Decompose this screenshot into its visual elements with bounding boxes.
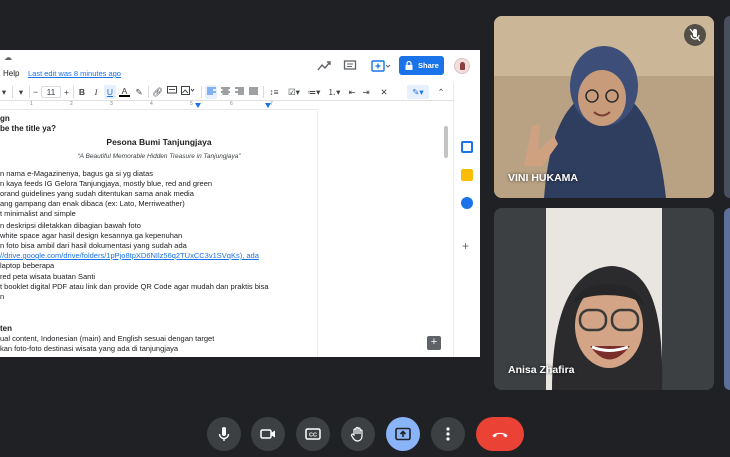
insert-image-icon[interactable]	[180, 85, 196, 99]
italic-button[interactable]: I	[91, 85, 101, 99]
underline-button[interactable]: U	[104, 85, 116, 99]
align-center-icon[interactable]	[219, 85, 231, 99]
font-size-field[interactable]: 11	[41, 86, 61, 98]
share-button[interactable]: Share	[399, 56, 444, 75]
format-toolbar: ▾ ▾ − 11 + B I U A ✎ 🔗︎ ↕≡ ☑▾ ≔▾ ⒈▾ ⇤ ⇥ …	[0, 83, 453, 101]
bold-button[interactable]: B	[77, 85, 87, 99]
camera-button[interactable]	[251, 417, 285, 451]
doc-text-line: n	[0, 292, 5, 301]
tasks-icon[interactable]	[461, 197, 473, 209]
insert-link-icon[interactable]: 🔗︎	[152, 85, 163, 99]
doc-text-line: t minimalist and simple	[0, 209, 76, 218]
mic-muted-icon	[684, 24, 706, 46]
account-avatar[interactable]	[454, 58, 470, 74]
participant-tile-anisa[interactable]: Anisa Zhafira	[494, 208, 714, 390]
decrease-indent-icon[interactable]: ⇤	[346, 85, 358, 99]
doc-text-line: kan foto-foto destinasi wisata yang ada …	[0, 344, 179, 353]
camera-icon	[260, 429, 275, 439]
more-options-button[interactable]	[431, 417, 465, 451]
present-screen-button[interactable]	[386, 417, 420, 451]
microphone-button[interactable]	[207, 417, 241, 451]
participant-tile-vini[interactable]: VINI HUKAMA	[494, 16, 714, 198]
doc-text-line: Pesona Bumi Tanjungjaya	[106, 137, 212, 147]
doc-text-line: red peta wisata buatan Santi	[0, 272, 96, 281]
line-spacing-icon[interactable]: ↕≡	[266, 85, 282, 99]
microphone-icon	[218, 427, 230, 441]
participant-name: Anisa Zhafira	[508, 364, 575, 376]
numbered-list-icon[interactable]: ⒈▾	[325, 85, 343, 99]
leave-call-button[interactable]	[476, 417, 524, 451]
ruler-indent-marker[interactable]	[195, 103, 201, 108]
participant-video-anisa	[494, 208, 714, 390]
collapse-menu-chevron-icon[interactable]: ⌃	[436, 85, 446, 99]
phone-hangup-icon	[492, 432, 508, 438]
insert-comment-icon[interactable]	[166, 85, 177, 99]
doc-text-line: laptop beberapa	[0, 261, 55, 270]
document-margin-area	[318, 111, 453, 357]
participant-video-vini	[494, 16, 714, 198]
present-screen-icon	[395, 427, 411, 441]
doc-text-line: n deskripsi diletakkan dibagian bawah fo…	[0, 221, 141, 230]
doc-text-line: ual content, Indonesian (main) and Engli…	[0, 334, 215, 343]
doc-text-line: ten	[0, 324, 12, 333]
document-page[interactable]: gn be the title ya? Pesona Bumi Tanjungjay…	[0, 111, 318, 357]
participant-name: VINI HUKAMA	[508, 172, 578, 184]
horizontal-ruler: 1 2 3 4 5 6 7	[0, 101, 318, 110]
highlight-pen-icon[interactable]: ✎	[134, 85, 144, 99]
last-edit-link[interactable]: Last edit was 8 minutes ago	[28, 69, 121, 78]
doc-text-line: n kaya feeds IG Gelora Tanjungjaya, most…	[0, 179, 213, 188]
increase-indent-icon[interactable]: ⇥	[360, 85, 372, 99]
paragraph-style-chevron-icon[interactable]: ▾	[0, 85, 8, 99]
doc-text-line: ang gampang dan enak dibaca (ex: Lato, M…	[0, 199, 185, 208]
lock-icon	[405, 61, 413, 70]
more-vert-icon	[446, 427, 450, 441]
align-left-icon[interactable]	[205, 85, 217, 99]
clear-formatting-icon[interactable]: ✕	[378, 85, 390, 99]
svg-text:CC: CC	[309, 433, 317, 439]
font-dropdown-icon[interactable]: ▾	[16, 85, 26, 99]
cloud-status-icon: ☁	[4, 53, 12, 62]
doc-text-line: gn	[0, 114, 10, 123]
doc-text-line: n foto bisa ambil dari hasil dokumentasi…	[0, 241, 187, 250]
menu-help[interactable]: Help	[3, 69, 19, 78]
side-panel: + ›	[453, 83, 480, 357]
bulleted-list-icon[interactable]: ≔▾	[305, 85, 323, 99]
doc-scrollbar[interactable]	[444, 126, 448, 158]
participant-tile-offscreen-top[interactable]	[724, 16, 730, 198]
increase-font-button[interactable]: +	[62, 85, 71, 99]
participant-tile-offscreen-bottom[interactable]	[724, 208, 730, 390]
raise-hand-button[interactable]	[341, 417, 375, 451]
add-comment-plus-icon[interactable]: +	[427, 336, 441, 350]
captions-button[interactable]: CC	[296, 417, 330, 451]
decrease-font-button[interactable]: −	[31, 85, 40, 99]
calendar-icon[interactable]	[461, 141, 473, 153]
editing-mode-pencil-icon[interactable]: ✎▾	[407, 85, 429, 99]
doc-text-line: white space agar hasil design kesannya g…	[0, 231, 183, 240]
checklist-icon[interactable]: ☑▾	[285, 85, 303, 99]
doc-text-line: //drive.google.com/drive/folders/1pPjo8t…	[0, 251, 259, 260]
align-right-icon[interactable]	[233, 85, 245, 99]
doc-text-line: be the title ya?	[0, 124, 57, 133]
doc-text-line: “A Beautiful Memorable Hidden Treasure i…	[77, 153, 241, 160]
doc-text-line: orand guidelines yang sudah ditentukan s…	[0, 189, 194, 198]
align-justify-icon[interactable]	[247, 85, 259, 99]
text-color-button[interactable]: A	[119, 85, 130, 97]
trending-icon[interactable]	[316, 59, 332, 75]
comment-icon[interactable]	[342, 59, 358, 75]
keep-icon[interactable]	[461, 169, 473, 181]
doc-text-line: t booklet digital PDF atau link dan prov…	[0, 282, 269, 291]
shared-screen-doc: ☁ Help Last edit was 8 minutes ago Share…	[0, 50, 480, 357]
meet-present-icon[interactable]	[370, 59, 392, 75]
doc-text-line: n nama e-Magazinenya, bagus ga si yg dia…	[0, 169, 154, 178]
add-ons-plus-icon[interactable]: +	[462, 239, 469, 253]
captions-icon: CC	[305, 428, 321, 440]
hand-icon	[350, 426, 363, 442]
doc-menubar: ☁ Help Last edit was 8 minutes ago Share	[0, 50, 480, 82]
